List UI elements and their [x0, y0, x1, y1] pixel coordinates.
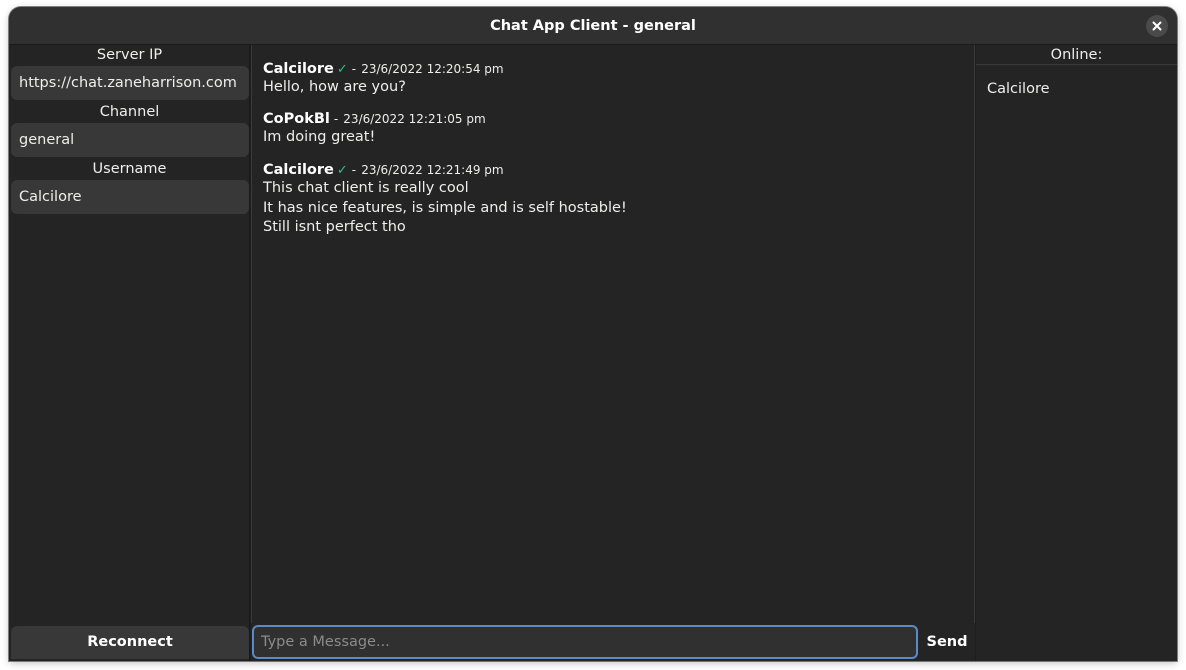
channel-field[interactable]: general — [11, 123, 249, 157]
message-list[interactable]: Calcilore ✓ - 23/6/2022 12:20:54 pm Hello,… — [251, 45, 975, 623]
checkmark-icon: ✓ — [336, 62, 348, 77]
message-timestamp: 23/6/2022 12:20:54 pm — [361, 62, 504, 76]
server-ip-label: Server IP — [96, 47, 163, 63]
online-header: Online: — [976, 45, 1177, 65]
message-header: Calcilore ✓ - 23/6/2022 12:20:54 pm — [263, 58, 963, 78]
message-header: CoPokBl - 23/6/2022 12:21:05 pm — [263, 108, 963, 128]
message-item: Calcilore ✓ - 23/6/2022 12:20:54 pm Hello,… — [263, 58, 963, 98]
message-separator: - — [351, 163, 357, 177]
send-button[interactable]: Send — [920, 625, 974, 659]
username-label: Username — [92, 161, 167, 177]
composer-bar: Send — [251, 623, 975, 661]
channel-label: Channel — [99, 104, 160, 120]
message-separator: - — [333, 112, 339, 126]
message-header: Calcilore ✓ - 23/6/2022 12:21:49 pm — [263, 159, 963, 179]
checkmark-icon: ✓ — [336, 163, 348, 178]
window-title: Chat App Client - general — [490, 18, 696, 34]
message-text: This chat client is really cool — [263, 180, 469, 196]
message-text: Hello, how are you? — [263, 79, 406, 95]
message-item: Calcilore ✓ - 23/6/2022 12:21:49 pm This c… — [263, 159, 963, 238]
message-text: It has nice features, is simple and is s… — [263, 199, 627, 216]
username-field[interactable]: Calcilore — [11, 180, 249, 214]
message-text: Still isnt perfect tho — [263, 219, 406, 235]
message-text: Im doing great! — [263, 129, 376, 145]
message-username: CoPokBl — [263, 111, 330, 127]
online-user-item[interactable]: Calcilore — [987, 81, 1050, 97]
header-bar[interactable]: Chat App Client - general — [9, 7, 1177, 45]
message-timestamp: 23/6/2022 12:21:05 pm — [343, 112, 486, 126]
close-button[interactable] — [1146, 15, 1168, 37]
message-input[interactable] — [252, 625, 918, 659]
app-window: Chat App Client - general Server IP http… — [9, 7, 1177, 661]
reconnect-button[interactable]: Reconnect — [11, 626, 249, 659]
connection-sidebar: Server IP https://chat.zaneharrison.com … — [9, 45, 250, 661]
message-separator: - — [351, 62, 357, 76]
close-icon — [1152, 21, 1162, 31]
online-users-panel: Online: Calcilore — [976, 45, 1177, 661]
message-item: CoPokBl - 23/6/2022 12:21:05 pm Im doing … — [263, 108, 963, 148]
message-username: Calcilore — [263, 61, 334, 77]
server-ip-field[interactable]: https://chat.zaneharrison.com — [11, 66, 249, 100]
message-username: Calcilore — [263, 162, 334, 178]
message-timestamp: 23/6/2022 12:21:49 pm — [361, 163, 504, 177]
